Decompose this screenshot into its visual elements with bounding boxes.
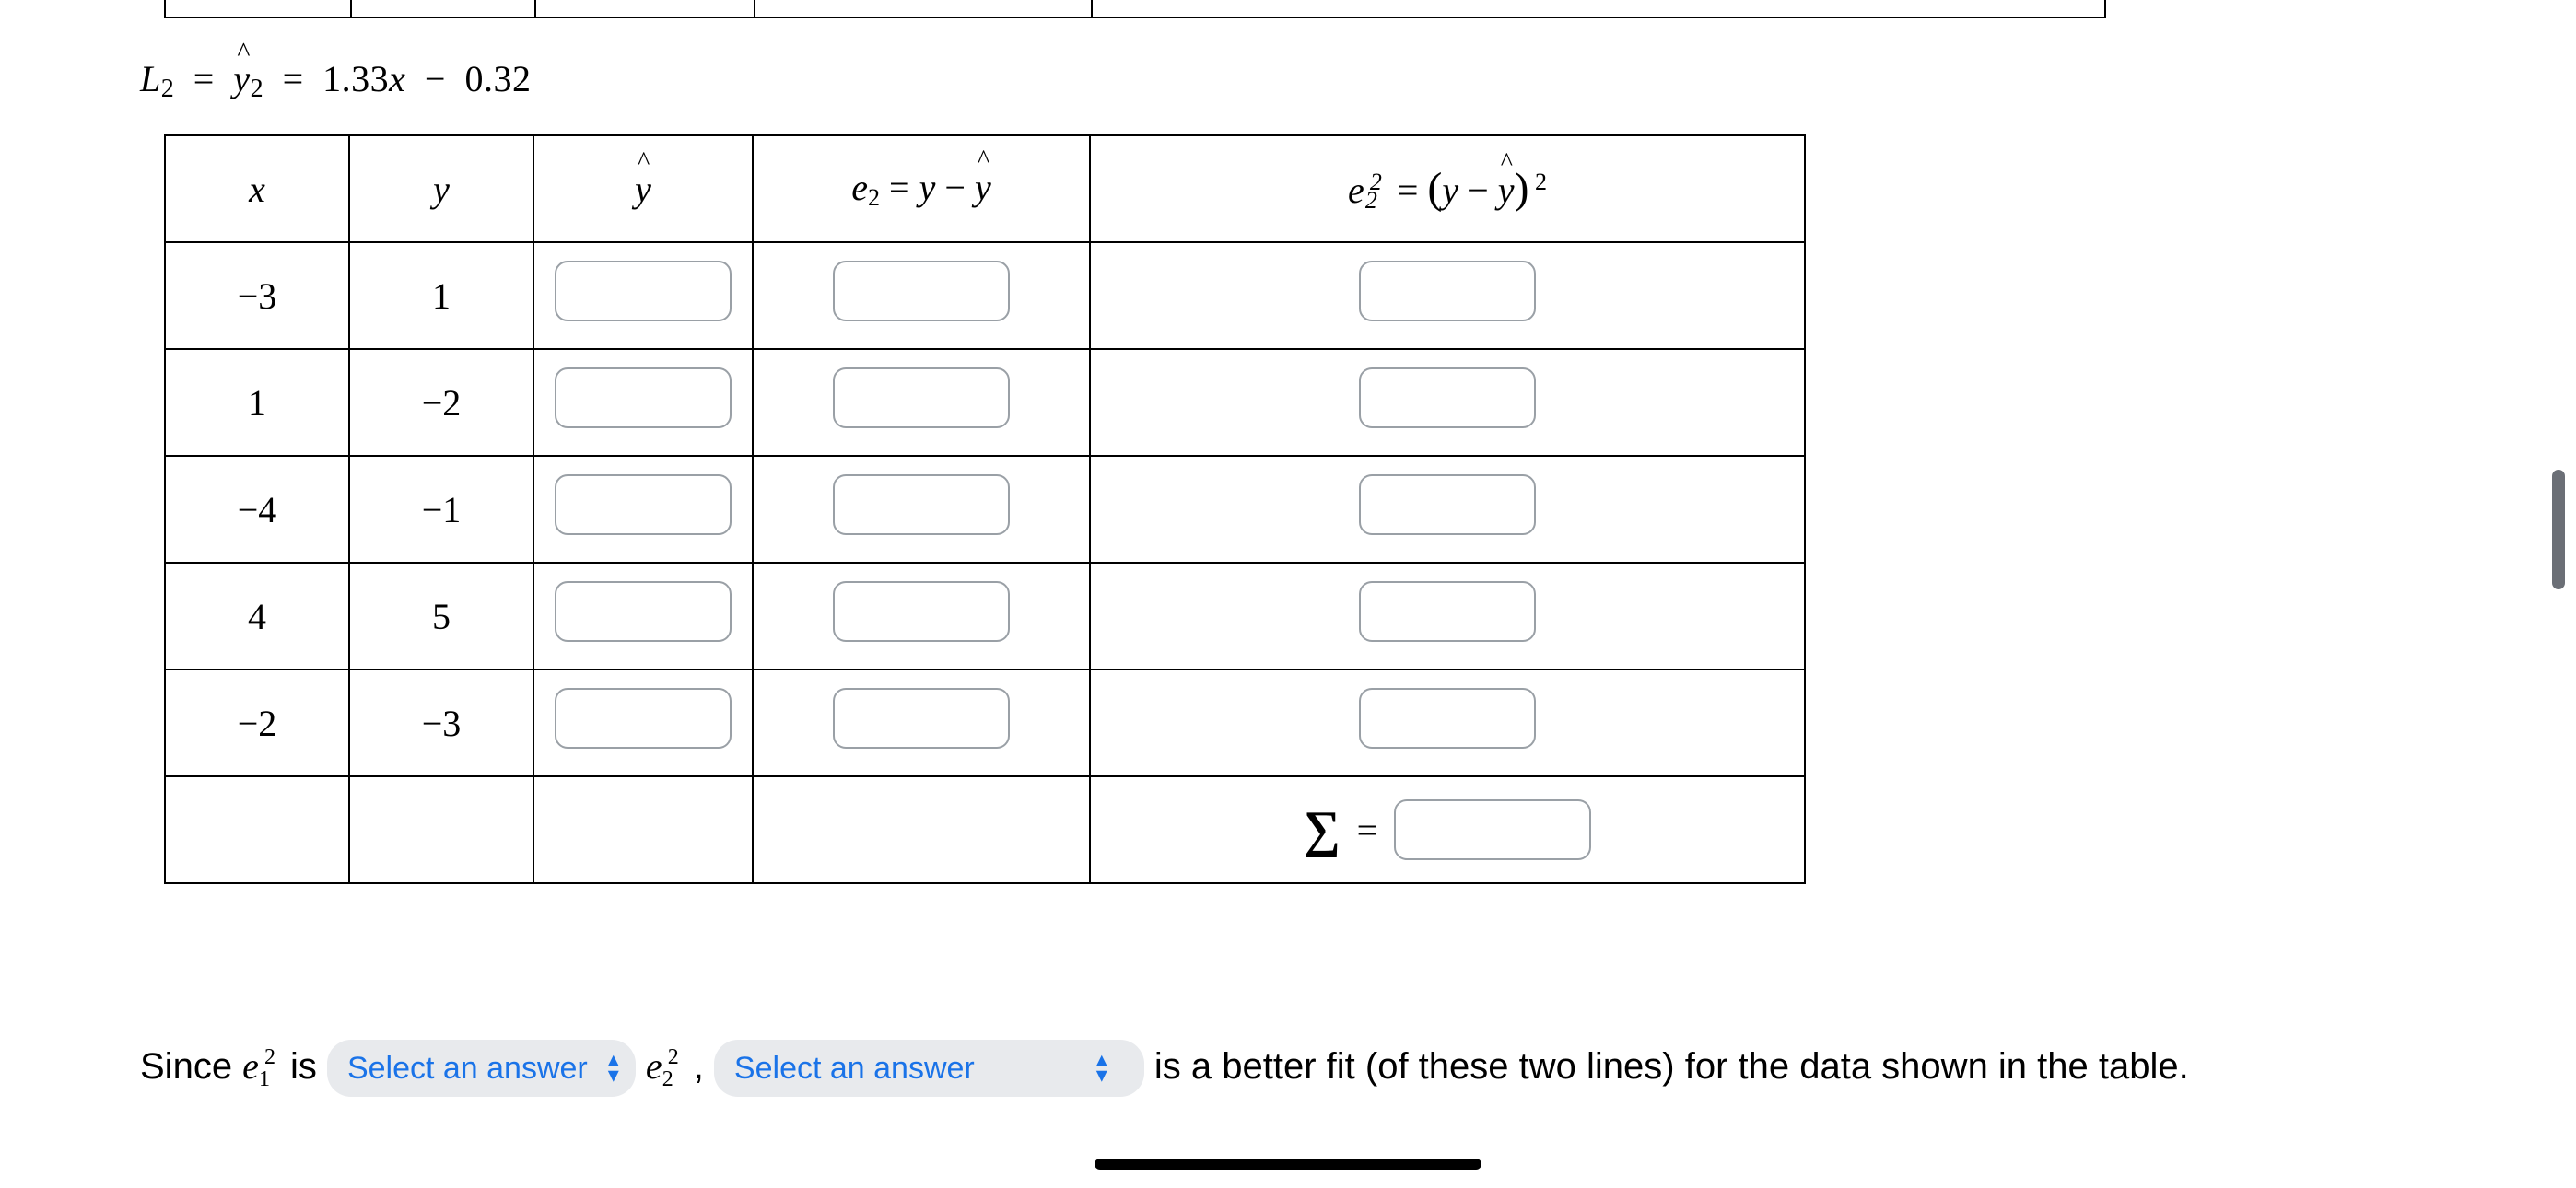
table-header-row: x y y e2 = y − y e22 = (y − y) 2 [165, 135, 1805, 242]
yhat-input[interactable] [555, 581, 732, 642]
sum-row: ∑ = [165, 776, 1805, 883]
eq-x: x [389, 58, 405, 99]
e2sq-input[interactable] [1359, 367, 1536, 428]
eq-yhat-sub: 2 [251, 75, 264, 103]
sigma-icon: ∑ [1304, 804, 1341, 856]
eq-eq1: = [184, 58, 224, 99]
e2sq-input[interactable] [1359, 688, 1536, 749]
line-2-equation: L2 = y2 = 1.33x − 0.32 [140, 57, 531, 104]
text: , [694, 1046, 714, 1087]
cell-y: −2 [349, 349, 533, 456]
col-yhat: y [635, 168, 651, 211]
e2-input[interactable] [833, 581, 1010, 642]
comparison-select[interactable]: Select an answer ▴▾ [327, 1040, 636, 1097]
eq-intercept: 0.32 [464, 58, 531, 99]
cell-x: −3 [165, 242, 349, 349]
sigma-eq: = [1357, 809, 1378, 852]
e2sq-input[interactable] [1359, 474, 1536, 535]
e2-input[interactable] [833, 367, 1010, 428]
e2sq-symbol: e22 [646, 1045, 694, 1087]
eq-minus: − [416, 58, 455, 99]
better-fit-select[interactable]: Select an answer ▴▾ [714, 1040, 1144, 1097]
eq-slope: 1.33 [322, 58, 389, 99]
yhat-input[interactable] [555, 688, 732, 749]
text: Since [140, 1046, 242, 1087]
e2sq-input[interactable] [1359, 261, 1536, 321]
cell-y: −3 [349, 670, 533, 776]
yhat-input[interactable] [555, 367, 732, 428]
col-e2sq: e22 = (y − y) 2 [1090, 135, 1805, 242]
cell-x: −4 [165, 456, 349, 563]
chevron-updown-icon: ▴▾ [608, 1053, 619, 1084]
cell-x: 1 [165, 349, 349, 456]
previous-table-bottom-edge [164, 0, 2106, 18]
e2-input[interactable] [833, 688, 1010, 749]
col-e2: e2 = y − y [753, 135, 1090, 242]
yhat-input[interactable] [555, 474, 732, 535]
table-row: −2 −3 [165, 670, 1805, 776]
table-row: −4 −1 [165, 456, 1805, 563]
e2sq-input[interactable] [1359, 581, 1536, 642]
eq-yhat: y [233, 58, 250, 99]
table-row: −3 1 [165, 242, 1805, 349]
text: is [290, 1046, 327, 1087]
cell-x: 4 [165, 563, 349, 670]
table-row: 1 −2 [165, 349, 1805, 456]
eq-L: L [140, 58, 161, 99]
chevron-updown-icon: ▴▾ [1096, 1053, 1107, 1084]
conclusion-sentence: Since e21 is Select an answer ▴▾ e22 , S… [140, 1037, 2351, 1097]
cell-y: 1 [349, 242, 533, 349]
eq-L-sub: 2 [161, 75, 175, 103]
sum-input[interactable] [1394, 799, 1591, 860]
col-y: y [433, 169, 450, 210]
col-x: x [249, 169, 265, 210]
home-indicator [1095, 1159, 1481, 1170]
table-row: 4 5 [165, 563, 1805, 670]
e1sq-symbol: e21 [242, 1045, 290, 1087]
residuals-table: x y y e2 = y − y e22 = (y − y) 2 −3 1 1 … [164, 134, 1806, 884]
scrollbar[interactable] [2552, 470, 2565, 589]
cell-y: 5 [349, 563, 533, 670]
eq-eq2: = [274, 58, 313, 99]
e2-input[interactable] [833, 261, 1010, 321]
cell-y: −1 [349, 456, 533, 563]
text: is a better fit (of these two lines) for… [1154, 1046, 2189, 1087]
e2-input[interactable] [833, 474, 1010, 535]
cell-x: −2 [165, 670, 349, 776]
yhat-input[interactable] [555, 261, 732, 321]
